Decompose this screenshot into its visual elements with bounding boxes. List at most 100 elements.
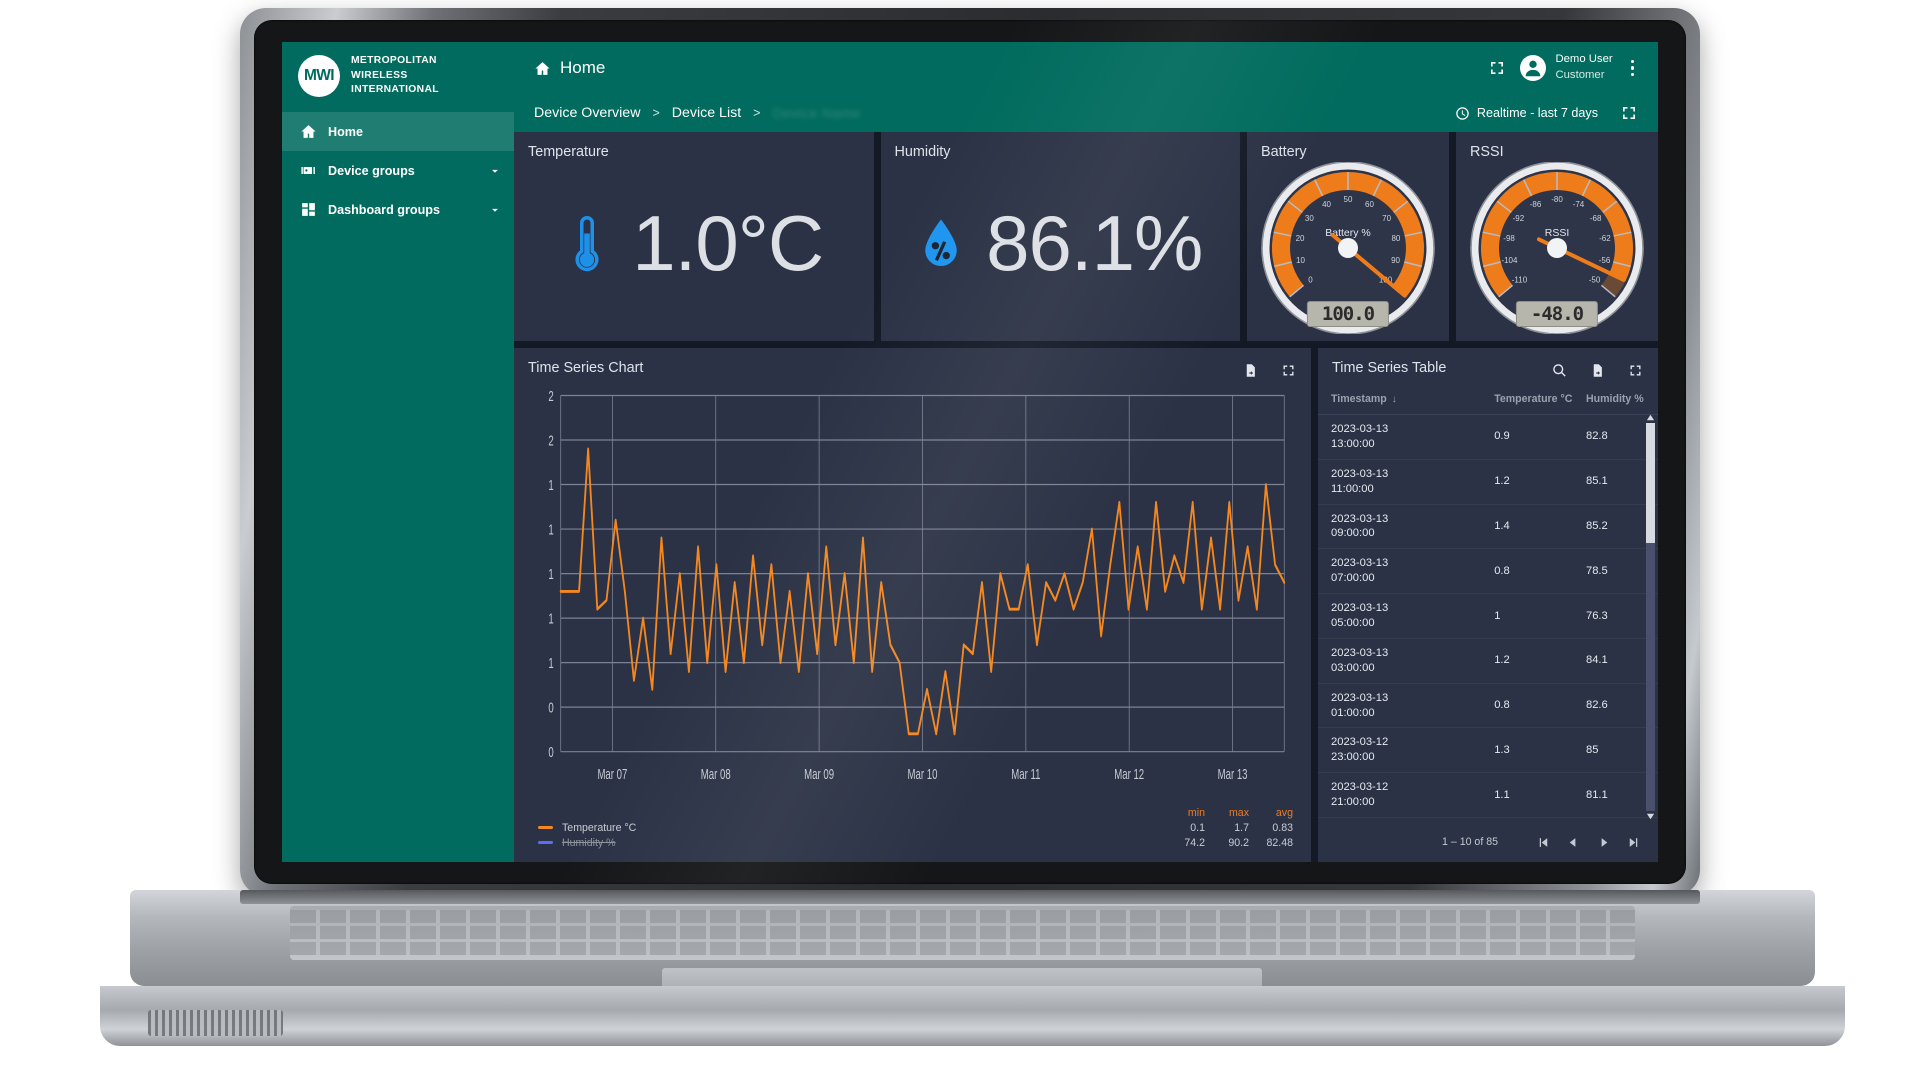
fullscreen-icon[interactable] xyxy=(1624,359,1646,381)
scroll-down-icon[interactable] xyxy=(1645,811,1656,822)
svg-text:-56: -56 xyxy=(1599,255,1611,264)
cell-temperature: 1.2 xyxy=(1481,459,1573,505)
time-series-table-title: Time Series Table xyxy=(1332,360,1447,376)
sidebar-empty-space xyxy=(282,229,514,862)
svg-text:1: 1 xyxy=(548,655,553,672)
legend-header-max: max xyxy=(1228,806,1249,819)
svg-text:-74: -74 xyxy=(1573,199,1585,208)
avatar xyxy=(1520,55,1547,81)
scrollbar-thumb[interactable] xyxy=(1646,423,1655,543)
table-row[interactable]: 2023-03-13 13:00:00 0.9 82.8 xyxy=(1318,414,1658,460)
svg-text:1: 1 xyxy=(548,477,553,494)
first-page-button[interactable] xyxy=(1528,827,1558,857)
sidebar-item-dashboard-groups-label: Dashboard groups xyxy=(328,202,440,217)
dashboard: Temperature 1.0°C Humidity 86.1% Battery… xyxy=(514,132,1658,862)
sidebar-item-device-groups[interactable]: Device groups xyxy=(282,151,514,190)
dashboard-fullscreen-icon[interactable] xyxy=(1618,102,1640,124)
svg-text:-110: -110 xyxy=(1512,275,1528,284)
brand-line-3: INTERNATIONAL xyxy=(351,84,439,96)
cell-temperature: 1.2 xyxy=(1481,638,1573,684)
chart-legend-table: min max avg Temperature °C 0.1 1.7 0.83 Humi… xyxy=(538,805,1293,850)
cell-temperature: 1 xyxy=(1481,593,1573,639)
top-bar-secondary-row: Device Overview > Device List > Device N… xyxy=(514,94,1658,132)
previous-page-button[interactable] xyxy=(1558,827,1588,857)
top-bar: Home Demo User Customer Device Overview … xyxy=(514,42,1658,132)
screenshot-stage: MWI METROPOLITAN WIRELESS INTERNATIONAL … xyxy=(0,0,1920,1080)
legend-max-value: 90.2 xyxy=(1228,836,1249,849)
laptop-vent xyxy=(148,1010,283,1036)
breadcrumb-item-blurred: Device Name xyxy=(772,105,861,121)
sidebar-item-dashboard-groups[interactable]: Dashboard groups xyxy=(282,190,514,229)
laptop-front-edge xyxy=(100,986,1845,1046)
svg-text:Mar 11: Mar 11 xyxy=(1011,766,1040,783)
chevron-down-icon[interactable] xyxy=(488,164,502,178)
cell-temperature: 0.8 xyxy=(1481,548,1573,595)
table-row[interactable]: 2023-03-13 03:00:00 1.2 84.1 xyxy=(1318,638,1658,684)
breadcrumb-separator: > xyxy=(753,106,761,120)
user-name: Demo User xyxy=(1555,53,1613,66)
brand-line-2: WIRELESS xyxy=(351,69,408,81)
svg-text:1: 1 xyxy=(548,610,553,627)
svg-text:20: 20 xyxy=(1296,233,1305,242)
svg-text:0: 0 xyxy=(548,744,553,761)
svg-text:-80: -80 xyxy=(1551,195,1563,204)
battery-card-title: Battery xyxy=(1261,144,1307,160)
search-icon[interactable] xyxy=(1548,359,1570,381)
time-range-selector[interactable]: Realtime - last 7 days xyxy=(1455,106,1598,121)
scroll-up-icon[interactable] xyxy=(1645,412,1656,423)
breadcrumb-item-device-list[interactable]: Device List xyxy=(672,105,741,121)
sidebar-item-home[interactable]: Home xyxy=(282,112,514,151)
sidebar-item-device-groups-label: Device groups xyxy=(328,163,415,178)
table-scrollbar[interactable] xyxy=(1645,412,1656,822)
table-row[interactable]: 2023-03-12 21:00:00 1.1 81.1 xyxy=(1318,772,1658,819)
kebab-menu-icon[interactable] xyxy=(1625,58,1640,78)
next-page-button[interactable] xyxy=(1588,827,1618,857)
breadcrumb-item-device-overview[interactable]: Device Overview xyxy=(534,105,640,121)
last-page-button[interactable] xyxy=(1618,827,1648,857)
table-row[interactable]: 2023-03-12 23:00:00 1.3 85 xyxy=(1318,727,1658,774)
svg-text:90: 90 xyxy=(1391,255,1400,264)
legend-avg-value: 0.83 xyxy=(1272,821,1293,834)
legend-series-name: Temperature °C xyxy=(562,821,637,834)
svg-text:Mar 13: Mar 13 xyxy=(1218,766,1248,783)
svg-text:0: 0 xyxy=(548,700,553,717)
column-header-humidity[interactable]: Humidity % xyxy=(1572,384,1658,415)
cell-timestamp: 2023-03-13 07:00:00 xyxy=(1318,548,1482,595)
table-row[interactable]: 2023-03-13 07:00:00 0.8 78.5 xyxy=(1318,548,1658,595)
table-row[interactable]: 2023-03-13 01:00:00 0.8 82.6 xyxy=(1318,683,1658,729)
battery-card: Battery 0102030405060708090100Battery % … xyxy=(1247,132,1449,341)
svg-text:10: 10 xyxy=(1296,255,1305,264)
legend-min-value: 74.2 xyxy=(1184,836,1205,849)
rssi-gauge-readout: -48.0 xyxy=(1515,300,1599,327)
legend-row[interactable]: Humidity % 74.2 90.2 82.48 xyxy=(538,835,1293,850)
cell-temperature: 0.8 xyxy=(1481,683,1573,729)
chevron-down-icon[interactable] xyxy=(488,203,502,217)
time-series-table-card: Time Series Table Timestamp ↓ Temperatur… xyxy=(1318,348,1658,862)
legend-min-value: 0.1 xyxy=(1190,821,1205,834)
svg-text:Mar 08: Mar 08 xyxy=(701,766,731,783)
column-header-timestamp[interactable]: Timestamp ↓ xyxy=(1318,384,1482,415)
svg-text:Mar 12: Mar 12 xyxy=(1114,766,1144,783)
main-area: Home Demo User Customer Device Overview … xyxy=(514,42,1658,862)
table-row[interactable]: 2023-03-13 05:00:00 1 76.3 xyxy=(1318,593,1658,639)
application-window: MWI METROPOLITAN WIRELESS INTERNATIONAL … xyxy=(282,42,1658,862)
humidity-droplet-icon xyxy=(918,212,964,276)
cell-timestamp: 2023-03-13 01:00:00 xyxy=(1318,683,1482,729)
legend-row[interactable]: Temperature °C 0.1 1.7 0.83 xyxy=(538,820,1293,835)
export-file-icon[interactable] xyxy=(1586,359,1608,381)
fullscreen-icon[interactable] xyxy=(1486,57,1508,79)
table-row[interactable]: 2023-03-13 09:00:00 1.4 85.2 xyxy=(1318,504,1658,550)
time-range-label: Realtime - last 7 days xyxy=(1476,106,1598,120)
column-header-temperature[interactable]: Temperature °C xyxy=(1481,384,1573,415)
svg-text:1: 1 xyxy=(548,521,553,538)
cell-timestamp: 2023-03-13 13:00:00 xyxy=(1318,414,1482,460)
svg-text:Mar 10: Mar 10 xyxy=(908,766,938,783)
svg-text:RSSI: RSSI xyxy=(1545,227,1570,239)
dashboard-groups-icon xyxy=(299,200,318,219)
table-row[interactable]: 2023-03-13 11:00:00 1.2 85.1 xyxy=(1318,459,1658,505)
legend-color-swatch xyxy=(538,826,553,829)
page-title: Home xyxy=(534,58,605,78)
table-pagination: 1 – 10 of 85 xyxy=(1318,822,1658,862)
table-header-row: Timestamp ↓ Temperature °C Humidity % xyxy=(1318,384,1658,415)
user-profile[interactable]: Demo User Customer xyxy=(1520,52,1613,83)
